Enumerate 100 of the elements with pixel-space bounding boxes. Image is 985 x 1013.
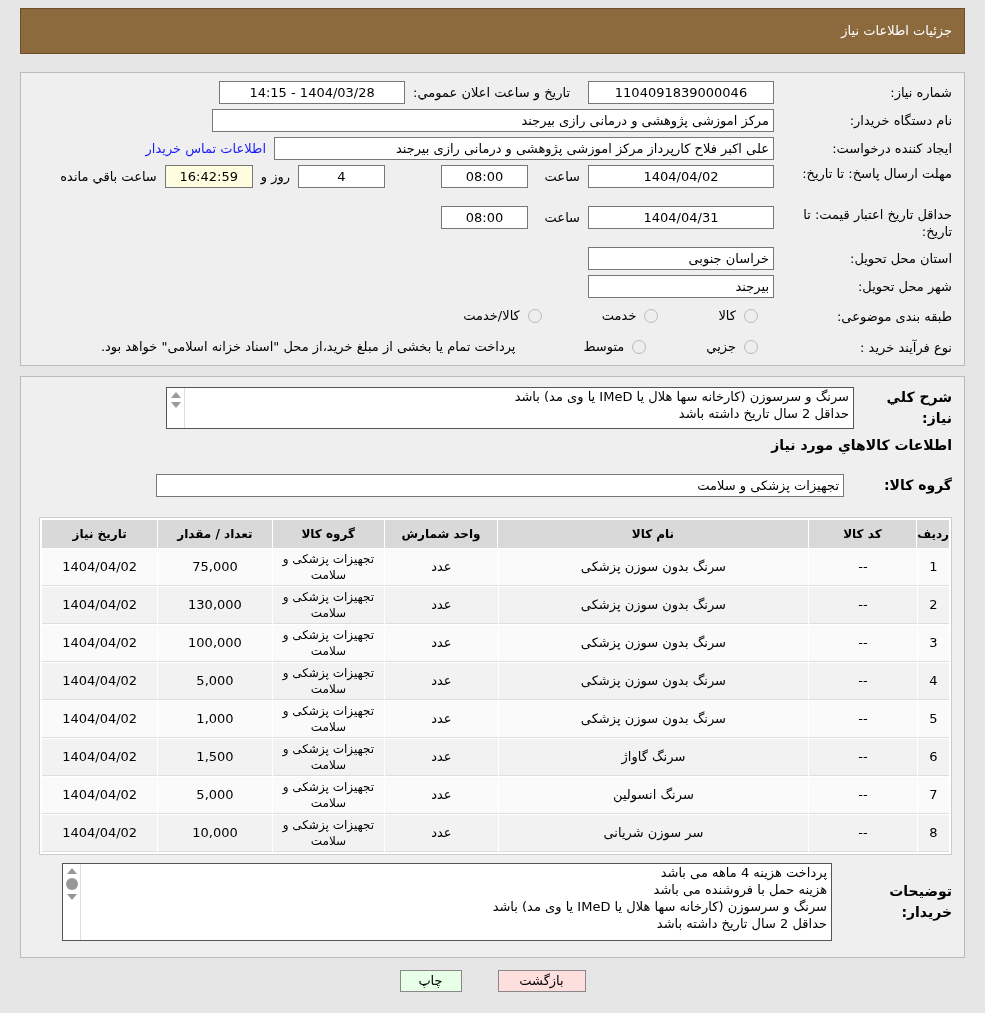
table-cell: عدد bbox=[385, 663, 498, 700]
table-cell: -- bbox=[809, 587, 917, 624]
section-heading: اطلاعات کالاهاي مورد نیاز bbox=[769, 436, 952, 456]
table-cell: -- bbox=[809, 739, 917, 776]
table-cell: 5,000 bbox=[158, 777, 272, 814]
text-area[interactable]: سرنگ و سرسوزن (کارخانه سها هلال یا IMeD یا وی مد) باشد حداقل 2 سال تاریخ داشته باشد bbox=[166, 387, 854, 429]
text-field[interactable]: بیرجند bbox=[588, 275, 774, 298]
table-cell: عدد bbox=[385, 549, 498, 586]
radio-button[interactable] bbox=[644, 309, 659, 323]
radio-label: کالا bbox=[718, 307, 736, 326]
scrollbar[interactable] bbox=[63, 864, 81, 940]
field-label: حداقل تاریخ اعتبار قیمت: تا تاریخ: bbox=[802, 206, 952, 240]
text-area[interactable]: پرداخت هزینه 4 ماهه می باشد هزینه حمل با فروشنده می باشد سرنگ و سرسوزن (کارخانه سها هلال یا IMeD یا وی مد) باشد حداقل 2 سال تاریخ داشته باشد bbox=[62, 863, 832, 941]
column-header: ردیف bbox=[917, 520, 949, 548]
table-cell: 1,000 bbox=[158, 701, 272, 738]
table-cell: سرنگ بدون سوزن پزشکی bbox=[498, 625, 809, 662]
field-label: روز و bbox=[260, 168, 290, 187]
table-cell: تجهیزات پزشکی و سلامت bbox=[272, 739, 385, 776]
table-cell: سرنگ بدون سوزن پزشکی bbox=[498, 701, 809, 738]
table-cell: تجهیزات پزشکی و سلامت bbox=[272, 663, 385, 700]
radio-label: خدمت bbox=[601, 307, 637, 326]
text-line: حداقل 2 سال تاریخ داشته باشد bbox=[655, 915, 827, 932]
table-cell: 75,000 bbox=[158, 549, 272, 586]
table-cell: عدد bbox=[385, 815, 498, 852]
column-header: کد کالا bbox=[808, 520, 917, 548]
field-label: ساعت باقي مانده bbox=[60, 168, 157, 186]
table-cell: -- bbox=[809, 777, 917, 814]
scroll-thumb-icon[interactable] bbox=[65, 878, 78, 890]
table-cell: سرنگ بدون سوزن پزشکی bbox=[498, 663, 809, 700]
radio-button[interactable] bbox=[744, 340, 758, 354]
text-line: پرداخت هزینه 4 ماهه می باشد bbox=[659, 864, 827, 881]
page-title: جزئیات اطلاعات نیاز bbox=[841, 22, 952, 41]
table-cell: تجهیزات پزشکی و سلامت bbox=[272, 701, 385, 738]
text-field[interactable]: 1104091839000046 bbox=[588, 81, 774, 104]
text-field[interactable]: 1404/04/02 bbox=[588, 165, 774, 188]
print-button[interactable]: چاپ bbox=[399, 970, 462, 992]
table-cell: سر سوزن شریانی bbox=[498, 815, 809, 852]
text-field[interactable]: تجهیزات پزشکی و سلامت bbox=[156, 474, 844, 497]
field-label: نوع فرآیند خرید : bbox=[859, 338, 952, 356]
field-label: استان محل تحویل: bbox=[849, 250, 952, 267]
text-field[interactable]: علی اکبر فلاح کارپرداز مرکز اموزشی پژوهشی و درمانی رازی بیرجند bbox=[274, 137, 774, 160]
table-cell: 1404/04/02 bbox=[42, 625, 158, 662]
text-line: حداقل 2 سال تاریخ داشته باشد bbox=[677, 405, 849, 422]
table-cell: 1404/04/02 bbox=[42, 701, 158, 738]
table-cell: 2 bbox=[917, 587, 949, 624]
text-field[interactable]: مرکز اموزشی پژوهشی و درمانی رازی بیرجند bbox=[212, 109, 774, 132]
table-cell: 1404/04/02 bbox=[42, 815, 158, 852]
text-field[interactable]: 08:00 bbox=[441, 206, 528, 229]
field-label: شرح کلي نیاز: bbox=[885, 388, 952, 428]
radio-button[interactable] bbox=[632, 340, 647, 354]
radio-button[interactable] bbox=[527, 309, 542, 323]
table-cell: 1404/04/02 bbox=[42, 777, 158, 814]
text-field[interactable]: 1404/04/31 bbox=[588, 206, 774, 229]
table-cell: 1404/04/02 bbox=[42, 663, 158, 700]
radio-label: متوسط bbox=[583, 338, 625, 357]
text-line: هزینه حمل با فروشنده می باشد bbox=[652, 881, 827, 898]
table-cell: 1,500 bbox=[158, 739, 272, 776]
field-label: ایجاد کننده درخواست: bbox=[831, 140, 952, 157]
table-cell: 1404/04/02 bbox=[42, 739, 158, 776]
contact-link[interactable]: اطلاعات تماس خریدار bbox=[145, 138, 266, 159]
table-cell: -- bbox=[809, 815, 917, 852]
table-cell: 1404/04/02 bbox=[42, 549, 158, 586]
scroll-down-icon[interactable] bbox=[66, 894, 77, 900]
table-cell: 1 bbox=[917, 549, 949, 586]
text-field[interactable]: 4 bbox=[298, 165, 385, 188]
scroll-up-icon[interactable] bbox=[170, 392, 181, 398]
table-cell: -- bbox=[809, 663, 917, 700]
table-cell: تجهیزات پزشکی و سلامت bbox=[272, 587, 385, 624]
column-header: تعداد / مقدار bbox=[158, 520, 272, 548]
table-cell: 4 bbox=[917, 663, 949, 700]
table-cell: عدد bbox=[385, 777, 498, 814]
radio-label: کالا/خدمت bbox=[463, 307, 520, 326]
payment-note: پرداخت تمام یا بخشی از مبلغ خرید،از محل "اسناد خزانه اسلامی" خواهد بود. bbox=[100, 338, 516, 357]
table-cell: 1404/04/02 bbox=[42, 587, 158, 624]
text-field[interactable]: 08:00 bbox=[441, 165, 528, 188]
text-field[interactable]: 16:42:59 bbox=[164, 165, 253, 188]
table-cell: سرنگ انسولین bbox=[498, 777, 809, 814]
back-button[interactable]: بازگشت bbox=[497, 970, 586, 992]
table-cell: تجهیزات پزشکی و سلامت bbox=[272, 549, 385, 586]
table-cell: تجهیزات پزشکی و سلامت bbox=[272, 815, 385, 852]
text-field[interactable]: 1404/03/28 - 14:15 bbox=[219, 81, 406, 104]
table-cell: عدد bbox=[385, 625, 498, 662]
radio-label: جزيي bbox=[706, 338, 736, 357]
table-cell: -- bbox=[809, 701, 917, 738]
table-cell: عدد bbox=[385, 587, 498, 624]
table-cell: تجهیزات پزشکی و سلامت bbox=[272, 777, 385, 814]
table-cell: 3 bbox=[917, 625, 949, 662]
field-label: شهر محل تحویل: bbox=[856, 278, 952, 295]
radio-button[interactable] bbox=[744, 309, 758, 323]
text-field[interactable]: خراسان جنوبی bbox=[588, 247, 774, 270]
field-label: گروه کالا: bbox=[882, 476, 952, 496]
table-cell: 10,000 bbox=[158, 815, 272, 852]
scroll-up-icon[interactable] bbox=[66, 868, 77, 874]
column-header: واحد شمارش bbox=[384, 520, 498, 548]
scroll-down-icon[interactable] bbox=[170, 402, 181, 408]
field-label: شماره نیاز: bbox=[889, 84, 952, 101]
table-cell: 6 bbox=[917, 739, 949, 776]
table-cell: عدد bbox=[385, 701, 498, 738]
table-cell: -- bbox=[809, 625, 917, 662]
table-cell: -- bbox=[809, 549, 917, 586]
